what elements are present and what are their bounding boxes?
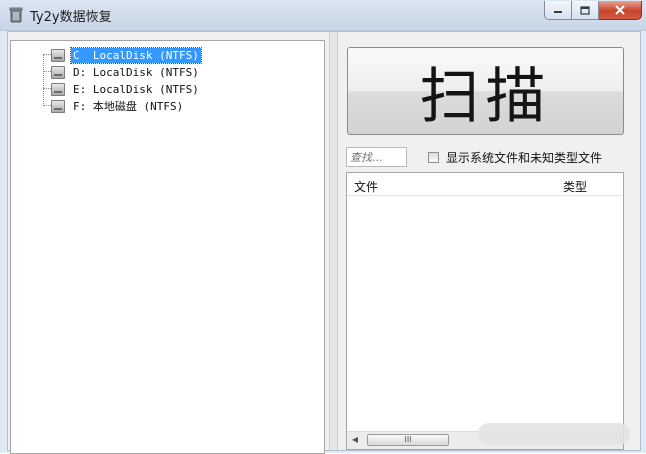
client-area: C LocalDisk (NTFS) D: LocalDisk (NTFS) E… (7, 31, 641, 454)
tree-item-label: E: LocalDisk (NTFS) (73, 82, 199, 96)
search-input[interactable] (346, 147, 407, 167)
show-system-files-checkbox[interactable] (428, 152, 439, 163)
drive-tree[interactable]: C LocalDisk (NTFS) D: LocalDisk (NTFS) E… (10, 40, 325, 454)
close-button[interactable] (599, 1, 642, 20)
tree-item-drive-f[interactable]: F: 本地磁盘 (NTFS) (37, 98, 185, 114)
trash-bin-icon (9, 7, 23, 23)
tree-item-drive-c[interactable]: C LocalDisk (NTFS) (37, 46, 202, 64)
minimize-icon (554, 11, 562, 13)
file-list-header: 文件 类型 (347, 173, 623, 196)
tree-item-label: F: 本地磁盘 (NTFS) (73, 99, 184, 113)
minimize-button[interactable] (544, 1, 572, 20)
hard-disk-icon (51, 99, 65, 113)
maximize-button[interactable] (572, 1, 599, 20)
file-list[interactable]: 文件 类型 ◀ III (346, 172, 624, 450)
hard-disk-icon (51, 82, 65, 96)
panel-splitter[interactable] (329, 32, 338, 450)
column-header-type[interactable]: 类型 (563, 178, 587, 195)
title-bar[interactable]: Ty2y数据恢复 (0, 0, 646, 31)
hard-disk-icon (51, 65, 65, 79)
tree-item-label: C LocalDisk (NTFS) (70, 46, 202, 64)
tree-item-drive-d[interactable]: D: LocalDisk (NTFS) (37, 64, 201, 80)
tree-item-drive-e[interactable]: E: LocalDisk (NTFS) (37, 81, 201, 97)
scroll-left-arrow-icon[interactable]: ◀ (350, 435, 360, 445)
column-header-file[interactable]: 文件 (354, 178, 378, 195)
tree-item-label: D: LocalDisk (NTFS) (73, 65, 199, 79)
scan-button[interactable]: 扫描 (347, 47, 624, 135)
close-icon (615, 5, 625, 15)
watermark-overlay (478, 423, 630, 445)
hard-disk-icon (51, 48, 65, 62)
maximize-icon (580, 5, 590, 15)
scrollbar-thumb[interactable]: III (367, 434, 449, 446)
app-window: Ty2y数据恢复 C LocalDisk (NTFS) D: LocalDisk… (0, 0, 646, 454)
show-system-files-label: 显示系统文件和未知类型文件 (446, 151, 603, 165)
window-controls (544, 1, 642, 21)
window-title: Ty2y数据恢复 (30, 10, 112, 25)
